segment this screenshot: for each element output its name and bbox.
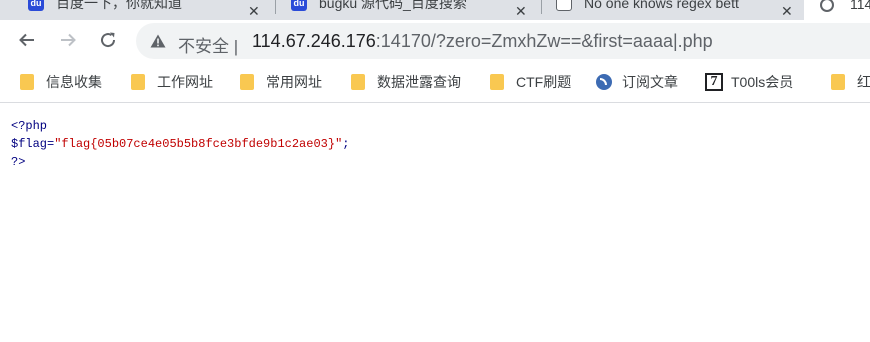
bookmark-subscriptions[interactable]: 订阅文章	[596, 71, 678, 93]
url-text[interactable]: 114.67.246.176:14170/?zero=ZmxhZw==&firs…	[252, 31, 713, 52]
globe-icon	[820, 0, 834, 12]
bookmark-label: 订阅文章	[622, 74, 678, 90]
folder-icon	[131, 74, 145, 90]
page-source: <?php $flag="flag{05b07ce4e05b5b8fce3bfd…	[11, 117, 349, 171]
php-open-tag: <?php	[11, 119, 48, 133]
tab-title: bugku 源代码_百度搜索	[319, 0, 467, 11]
php-close-tag: ?>	[11, 155, 26, 169]
warning-icon[interactable]	[150, 34, 166, 48]
bookmark-data-leak[interactable]: 数据泄露查询	[351, 71, 461, 93]
bookmark-label: CTF刷题	[516, 74, 572, 90]
tab-regex[interactable]: No one knows regex bett	[556, 0, 739, 18]
tab-title: No one knows regex bett	[584, 0, 739, 11]
tab-separator	[541, 0, 542, 14]
folder-icon	[20, 74, 34, 90]
tab-baidu-home[interactable]: du 百度一下，你就知道	[28, 0, 182, 18]
bookmark-label: 红	[857, 74, 870, 90]
bookmark-label: 数据泄露查询	[377, 74, 461, 90]
url-path: :14170/?zero=ZmxhZw==&first=aaaa|.php	[375, 31, 713, 51]
url-host: 114.67.246.176	[252, 31, 376, 51]
bookmark-common-sites[interactable]: 常用网址	[240, 71, 322, 93]
bookmark-work-sites[interactable]: 工作网址	[131, 71, 213, 93]
bookmarks-bar: 信息收集 工作网址 常用网址 数据泄露查询 CTF刷题 订阅文章 7 T00ls…	[0, 63, 870, 103]
back-icon	[19, 33, 34, 47]
t00ls-icon: 7	[705, 73, 723, 91]
bookmark-t00ls[interactable]: 7 T00ls会员	[705, 71, 793, 93]
close-icon[interactable]: ✕	[515, 0, 527, 20]
folder-icon	[831, 74, 845, 90]
tab-title: 114	[850, 0, 870, 12]
reload-button[interactable]	[96, 28, 120, 52]
tab-baidu-search[interactable]: du bugku 源代码_百度搜索	[291, 0, 467, 18]
baidu-icon: du	[291, 0, 307, 11]
tab-active[interactable]: 114	[804, 0, 870, 20]
address-bar[interactable]: 不安全 | 114.67.246.176:14170/?zero=ZmxhZw=…	[136, 23, 870, 59]
forward-button[interactable]	[56, 28, 80, 52]
tab-title: 百度一下，你就知道	[56, 0, 182, 11]
bookmark-label: 信息收集	[46, 74, 102, 90]
semicolon: ;	[342, 137, 350, 151]
back-button[interactable]	[15, 28, 39, 52]
flag-variable: $flag=	[11, 137, 55, 151]
baidu-icon: du	[28, 0, 44, 11]
bookmark-info-collect[interactable]: 信息收集	[20, 71, 102, 93]
bookmark-red[interactable]: 红	[831, 71, 870, 93]
toolbar: 不安全 | 114.67.246.176:14170/?zero=ZmxhZw=…	[0, 20, 870, 63]
tab-separator	[275, 0, 276, 14]
globe-icon	[556, 0, 572, 11]
forward-icon	[61, 33, 76, 47]
bookmark-label: 工作网址	[157, 74, 213, 90]
folder-icon	[490, 74, 504, 90]
bookmark-ctf[interactable]: CTF刷题	[490, 71, 571, 93]
rss-icon	[596, 74, 612, 90]
bookmark-label: 常用网址	[266, 74, 322, 90]
close-icon[interactable]: ✕	[781, 0, 793, 20]
folder-icon	[351, 74, 365, 90]
security-label[interactable]: 不安全 |	[178, 32, 238, 57]
flag-value: "flag{05b07ce4e05b5b8fce3bfde9b1c2ae03}"	[54, 137, 343, 151]
reload-icon	[101, 32, 116, 48]
tab-strip: du 百度一下，你就知道 ✕ du bugku 源代码_百度搜索 ✕ No on…	[0, 0, 870, 20]
bookmark-label: T00ls会员	[731, 74, 794, 90]
folder-icon	[240, 74, 254, 90]
flag-line: $flag="flag{05b07ce4e05b5b8fce3bfde9b1c2…	[11, 135, 349, 153]
close-icon[interactable]: ✕	[248, 0, 260, 20]
